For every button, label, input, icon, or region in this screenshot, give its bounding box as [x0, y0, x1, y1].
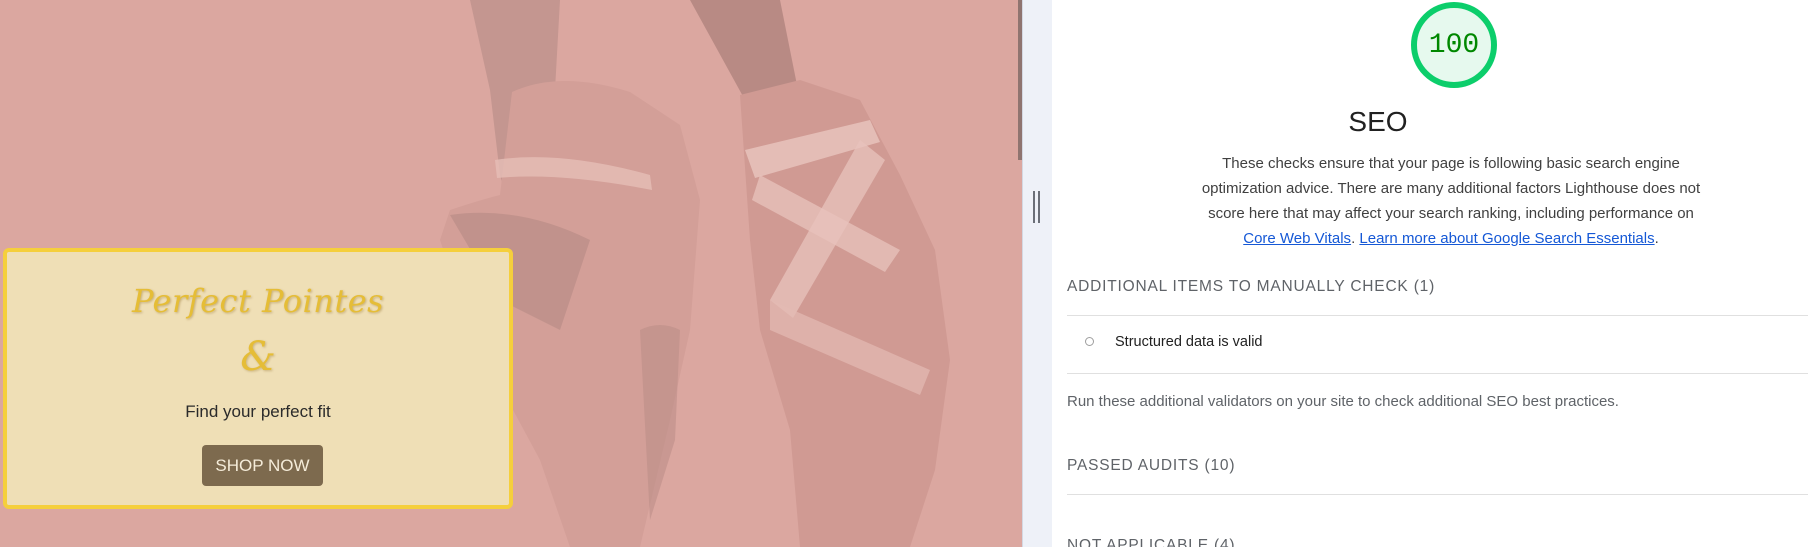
hero-tagline: Find your perfect fit: [185, 402, 331, 421]
drag-handle-icon[interactable]: [1033, 191, 1040, 223]
seo-score-value: 100: [1428, 30, 1480, 61]
not-applicable-group-title: Not applicable: [1067, 537, 1209, 547]
manual-audit-circle-icon: [1085, 337, 1094, 346]
manual-group-count: (1): [1413, 278, 1436, 295]
passed-group-title: Passed audits: [1067, 457, 1200, 474]
passed-audits-group-header[interactable]: Passed audits (10): [1067, 457, 1808, 475]
divider: [1067, 315, 1808, 316]
category-title: SEO: [1348, 106, 1408, 137]
manual-group-description: Run these additional validators on your …: [1067, 393, 1619, 410]
lighthouse-report: 100 SEO These checks ensure that your pa…: [1052, 0, 1808, 547]
not-applicable-group-header[interactable]: Not applicable (4): [1067, 537, 1808, 547]
description-end: .: [1654, 230, 1659, 247]
category-description-text: These checks ensure that your page is fo…: [1201, 155, 1701, 222]
divider: [1067, 494, 1808, 495]
seo-score-gauge[interactable]: 100: [1411, 2, 1497, 88]
core-web-vitals-link[interactable]: Core Web Vitals: [1243, 230, 1351, 247]
brand-ampersand: &: [240, 334, 276, 380]
shop-now-button[interactable]: SHOP NOW: [202, 445, 323, 486]
divider: [1067, 373, 1808, 374]
passed-group-count: (10): [1204, 457, 1236, 474]
brand-name: Perfect Pointes: [131, 282, 385, 320]
link-separator: .: [1351, 230, 1356, 247]
hero-card: Perfect Pointes & Find your perfect fit …: [3, 248, 513, 509]
audit-title: Structured data is valid: [1115, 334, 1263, 350]
category-description: These checks ensure that your page is fo…: [1196, 151, 1706, 251]
manual-group-title: Additional items to manually check: [1067, 278, 1409, 295]
audit-item-structured-data[interactable]: Structured data is valid: [1067, 322, 1808, 364]
not-applicable-group-count: (4): [1213, 537, 1236, 547]
panel-splitter[interactable]: [1022, 0, 1052, 547]
manual-check-group-header[interactable]: Additional items to manually check (1): [1067, 278, 1808, 296]
website-preview: Perfect Pointes & Find your perfect fit …: [0, 0, 1022, 547]
learn-more-link[interactable]: Learn more about Google Search Essential…: [1359, 230, 1654, 247]
